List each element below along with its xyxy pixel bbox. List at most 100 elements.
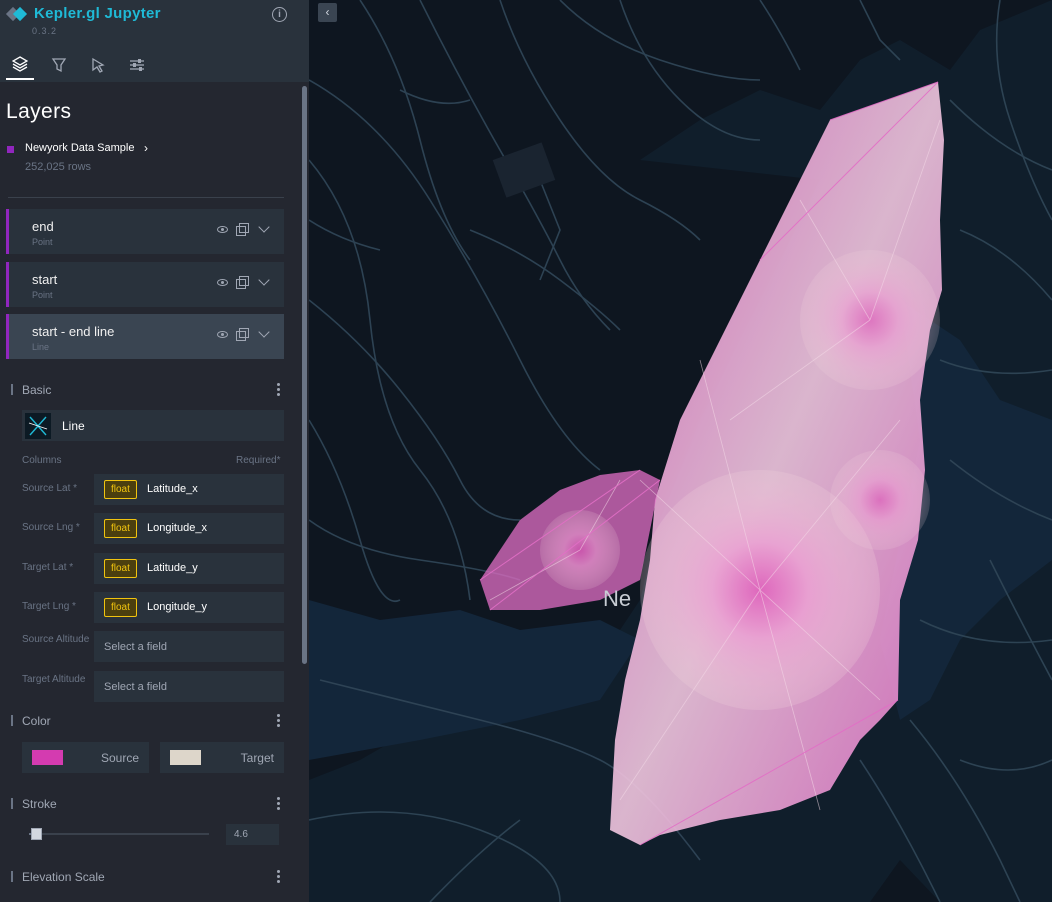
source-color-swatch[interactable]	[32, 750, 63, 765]
section-label: Elevation Scale	[22, 870, 105, 884]
section-stroke[interactable]: Stroke	[11, 796, 284, 812]
target-color-swatch[interactable]	[170, 750, 201, 765]
layer-type: Point	[32, 237, 53, 247]
layer-type: Line	[32, 342, 50, 352]
field-placeholder: Select a field	[104, 641, 167, 653]
field-placeholder: Select a field	[104, 681, 167, 693]
eye-icon[interactable]	[217, 278, 228, 286]
filter-icon	[51, 58, 67, 73]
field-label: Source Altitude	[22, 634, 90, 645]
eye-icon[interactable]	[217, 330, 228, 338]
section-marker	[11, 384, 13, 395]
layers-icon	[12, 56, 28, 72]
tab-filters[interactable]	[45, 50, 73, 80]
chevron-right-icon[interactable]: ›	[144, 141, 148, 155]
field-type-badge: float	[104, 480, 137, 499]
section-elevation-scale[interactable]: Elevation Scale	[11, 869, 284, 885]
field-selector[interactable]: float Longitude_y	[94, 592, 284, 623]
field-selector[interactable]: float Longitude_x	[94, 513, 284, 544]
layer-card-end[interactable]: end Point	[6, 209, 284, 254]
field-target-altitude: Target Altitude Select a field	[22, 671, 284, 703]
field-selector[interactable]: float Latitude_y	[94, 553, 284, 584]
source-color-label: Source	[100, 751, 139, 765]
field-label: Target Lng *	[22, 601, 76, 612]
tab-interactions[interactable]	[84, 50, 112, 80]
panel-title: Layers	[6, 100, 72, 123]
field-type-badge: float	[104, 598, 137, 617]
duplicate-icon[interactable]	[236, 328, 249, 341]
target-color-label: Target	[240, 751, 274, 765]
section-label: Basic	[22, 383, 52, 397]
field-value: Latitude_x	[147, 483, 198, 495]
dataset-color-swatch	[7, 146, 14, 153]
layer-name[interactable]: end	[32, 219, 54, 234]
layer-card-start[interactable]: start Point	[6, 262, 284, 307]
stroke-value-input[interactable]: 4.6	[226, 824, 279, 845]
line-layer-icon	[25, 413, 51, 439]
field-value: Longitude_x	[147, 522, 207, 534]
panel-tabs	[6, 50, 162, 80]
field-selector[interactable]: Select a field	[94, 631, 284, 662]
layer-actions	[217, 221, 276, 236]
chevron-left-icon: ‹	[325, 5, 330, 19]
brand: Kepler.gl Jupyter	[5, 5, 161, 22]
map-city-label: Ne	[603, 586, 632, 611]
layer-name[interactable]: start - end line	[32, 324, 114, 339]
kepler-logo-icon	[5, 6, 30, 22]
more-options-icon[interactable]	[277, 797, 280, 810]
layer-type-selector[interactable]: Line	[22, 410, 284, 441]
eye-icon[interactable]	[217, 225, 228, 233]
section-label: Color	[22, 714, 51, 728]
chevron-down-icon[interactable]	[258, 221, 270, 233]
field-value: Latitude_y	[147, 562, 198, 574]
duplicate-icon[interactable]	[236, 223, 249, 236]
app-title: Kepler.gl Jupyter	[34, 5, 161, 22]
field-target-lat: Target Lat * float Latitude_y	[22, 553, 284, 585]
collapse-sidebar-button[interactable]: ‹	[318, 3, 337, 22]
field-label: Source Lng *	[22, 522, 80, 533]
layer-type-label: Line	[62, 419, 85, 433]
section-marker	[11, 715, 13, 726]
duplicate-icon[interactable]	[236, 276, 249, 289]
divider	[8, 197, 284, 198]
tab-map-style[interactable]	[123, 50, 151, 80]
map-basemap	[309, 0, 1052, 902]
more-options-icon[interactable]	[277, 870, 280, 883]
tab-layers[interactable]	[6, 50, 34, 80]
chevron-down-icon[interactable]	[258, 274, 270, 286]
sidebar-header: Kepler.gl Jupyter 0.3.2 i	[0, 0, 309, 82]
field-selector[interactable]: float Latitude_x	[94, 474, 284, 505]
more-options-icon[interactable]	[277, 714, 280, 727]
info-icon[interactable]: i	[272, 7, 287, 22]
field-selector[interactable]: Select a field	[94, 671, 284, 702]
layer-actions	[217, 326, 276, 341]
field-target-lng: Target Lng * float Longitude_y	[22, 592, 284, 624]
section-marker	[11, 871, 13, 882]
field-label: Target Lat *	[22, 562, 74, 573]
stroke-slider-track[interactable]	[29, 833, 209, 835]
layer-actions	[217, 274, 276, 289]
field-label: Source Lat *	[22, 483, 78, 494]
columns-label: Columns	[22, 455, 62, 466]
dataset-name[interactable]: Newyork Data Sample	[25, 142, 134, 154]
field-source-lat: Source Lat * float Latitude_x	[22, 474, 284, 506]
section-color[interactable]: Color	[11, 713, 284, 729]
section-basic[interactable]: Basic	[11, 382, 284, 398]
field-type-badge: float	[104, 559, 137, 578]
source-color-picker[interactable]: Source	[22, 742, 149, 773]
cursor-icon	[92, 57, 105, 73]
required-label: Required*	[236, 455, 281, 466]
more-options-icon[interactable]	[277, 383, 280, 396]
field-value: Longitude_y	[147, 601, 207, 613]
field-source-lng: Source Lng * float Longitude_x	[22, 513, 284, 545]
chevron-up-icon[interactable]	[258, 326, 270, 338]
kepler-app: Ne ‹ Kepler.gl Jupyter 0.3.2 i Layers Ne…	[0, 0, 1052, 902]
layer-card-start-end-line[interactable]: start - end line Line	[6, 314, 284, 359]
map-canvas[interactable]: Ne	[309, 0, 1052, 902]
stroke-slider-handle[interactable]	[31, 828, 42, 840]
layer-name[interactable]: start	[32, 272, 57, 287]
sidebar-scrollbar[interactable]	[302, 86, 307, 664]
field-label: Target Altitude	[22, 674, 86, 685]
target-color-picker[interactable]: Target	[160, 742, 284, 773]
side-panel: Kepler.gl Jupyter 0.3.2 i Layers Newyork…	[0, 0, 309, 902]
